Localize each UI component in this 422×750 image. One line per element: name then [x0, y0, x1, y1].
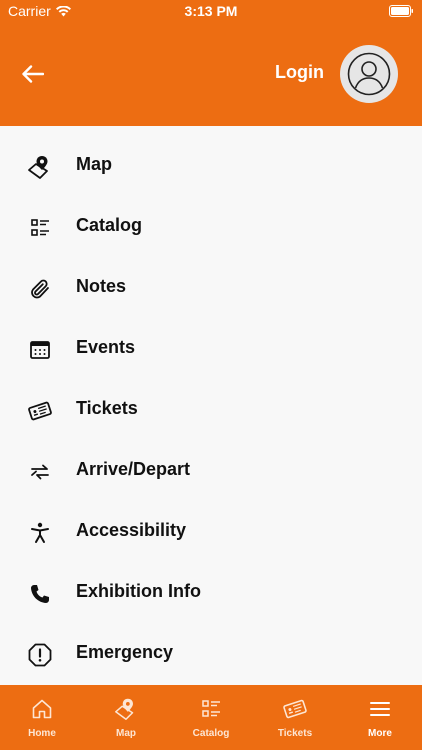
phone-icon [26, 580, 54, 608]
arrows-icon [26, 458, 54, 486]
calendar-icon [26, 336, 54, 364]
menu-item-tickets[interactable]: Tickets [0, 380, 422, 441]
menu-item-label: Emergency [76, 642, 174, 662]
menu-item-label: Map [76, 154, 112, 174]
menu-item-label: Arrive/Depart [76, 459, 191, 479]
menu-item-label: Exhibition Info [76, 581, 201, 601]
menu-item-notes[interactable]: Notes [0, 258, 422, 319]
tab-label: Catalog [192, 728, 230, 739]
login-button[interactable]: Login [275, 62, 324, 83]
menu-item-accessibility[interactable]: Accessibility [0, 502, 422, 563]
more-menu: Map Catalog Notes Events Tickets Arrive/… [0, 126, 422, 685]
status-bar: Carrier 3:13 PM [0, 0, 422, 24]
menu-item-arrive-depart[interactable]: Arrive/Depart [0, 441, 422, 502]
menu-item-label: Catalog [76, 215, 143, 235]
map-pin-icon [84, 696, 168, 722]
menu-icon [338, 696, 422, 722]
ticket-icon [26, 397, 54, 425]
accessibility-icon [26, 519, 54, 547]
avatar[interactable] [340, 45, 398, 103]
menu-item-events[interactable]: Events [0, 319, 422, 380]
tab-more[interactable]: More [338, 685, 422, 750]
status-time: 3:13 PM [184, 3, 238, 19]
arrow-left-icon [22, 65, 44, 83]
paperclip-icon [26, 275, 54, 303]
list-icon [26, 214, 54, 242]
tab-bar: Home Map Catalog Tickets More [0, 685, 422, 750]
menu-item-label: Notes [76, 276, 127, 296]
tab-catalog[interactable]: Catalog [169, 685, 253, 750]
menu-item-map[interactable]: Map [0, 136, 422, 197]
tab-label: Home [28, 728, 56, 739]
tab-tickets[interactable]: Tickets [253, 685, 337, 750]
map-pin-icon [26, 153, 54, 181]
menu-item-label: Accessibility [76, 520, 187, 540]
tab-home[interactable]: Home [0, 685, 84, 750]
app-header: Carrier 3:13 PM Login [0, 0, 422, 126]
tab-label: More [368, 728, 392, 739]
user-icon [347, 52, 391, 96]
menu-item-label: Tickets [76, 398, 138, 418]
home-icon [0, 696, 84, 722]
tab-label: Tickets [277, 728, 313, 739]
menu-item-catalog[interactable]: Catalog [0, 197, 422, 258]
alert-octagon-icon [26, 641, 54, 669]
list-icon [169, 696, 253, 722]
menu-item-exhibition-info[interactable]: Exhibition Info [0, 563, 422, 624]
menu-item-emergency[interactable]: Emergency [0, 624, 422, 685]
battery-icon [389, 5, 413, 17]
tab-label: Map [116, 728, 136, 739]
menu-item-label: Events [76, 337, 136, 357]
tab-map[interactable]: Map [84, 685, 168, 750]
ticket-icon [253, 696, 337, 722]
back-button[interactable] [18, 60, 48, 88]
